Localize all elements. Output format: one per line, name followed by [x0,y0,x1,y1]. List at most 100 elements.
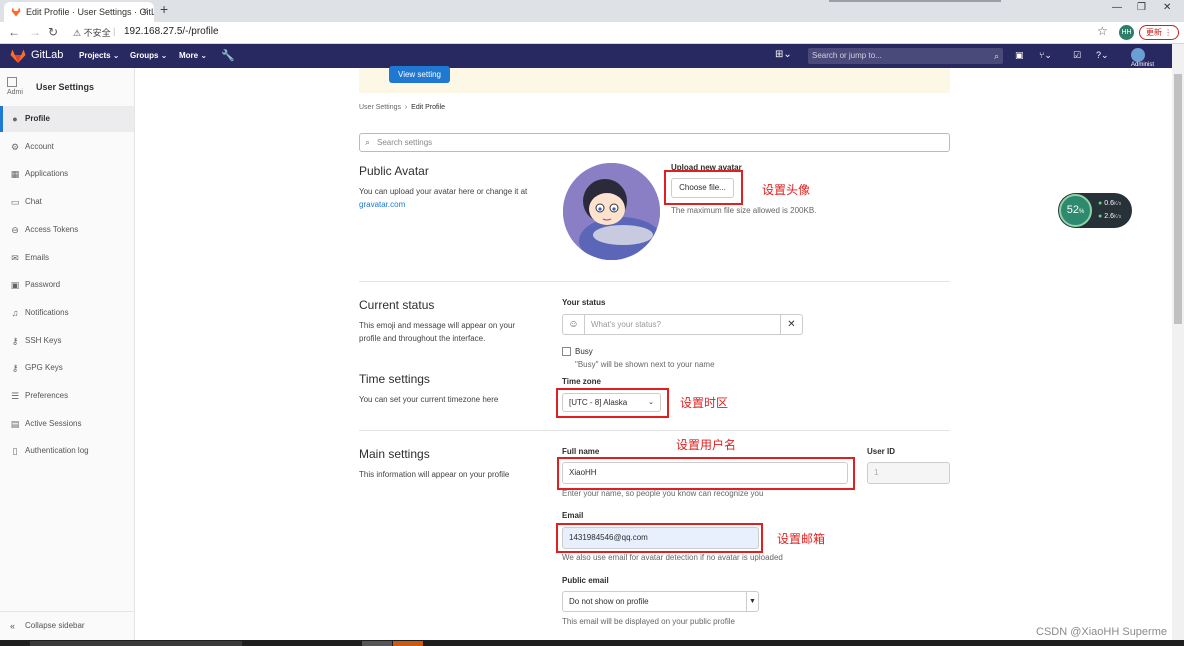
sidebar-item-active-sessions[interactable]: ▤ Active Sessions [0,411,134,437]
key-icon: ⚷ [11,335,19,346]
clear-status-icon[interactable]: ✕ [780,315,802,334]
csdn-watermark: CSDN @XiaoHH Superme [1036,626,1167,638]
tab-close-icon[interactable]: × [142,2,148,22]
admin-wrench-icon[interactable]: 🔧 [221,49,235,62]
sidebar-title[interactable]: User Settings [36,82,94,92]
new-item-icon[interactable]: ⊞⌄ [775,49,792,60]
settings-sidebar: Admi User Settings ● Profile ⚙ Account ▦ Appl… [0,68,135,640]
separator: | [113,26,116,36]
taskbar-item[interactable] [362,641,392,646]
busy-hint: "Busy" will be shown next to your name [575,360,715,369]
avatar-image [563,163,660,260]
sidebar-item-profile[interactable]: ● Profile [0,106,134,132]
emoji-picker-icon[interactable]: ☺ [563,315,585,334]
gitlab-logo-icon[interactable] [10,49,26,63]
lock-icon: ▣ [10,280,20,291]
global-search-input[interactable]: Search or jump to... ⌕ [808,48,1003,64]
sidebar-item-gpg-keys[interactable]: ⚷ GPG Keys [0,355,134,381]
sidebar-item-label: Chat [25,197,42,207]
gravatar-link[interactable]: gravatar.com [359,200,405,209]
breadcrumb-separator: › [404,104,408,111]
sessions-icon: ▤ [10,418,20,429]
user-avatar[interactable] [1131,48,1145,62]
sidebar-item-preferences[interactable]: ☰ Preferences [0,383,134,409]
browser-tab[interactable]: Edit Profile · User Settings · GitLab × [4,2,154,22]
sidebar-avatar[interactable]: Admi [7,77,29,99]
search-icon: ⌕ [993,51,999,61]
groups-menu[interactable]: Groups ⌄ [130,51,167,60]
forward-icon[interactable]: → [29,25,41,39]
maximize-icon[interactable]: ❐ [1137,2,1146,13]
timezone-value: [UTC - 8] Alaska [569,398,628,407]
breadcrumb-parent[interactable]: User Settings [359,104,401,111]
sidebar-item-access-tokens[interactable]: ⊖ Access Tokens [0,217,134,243]
profile-avatar[interactable]: HH [1119,25,1134,40]
section-divider [359,430,950,431]
sidebar-item-label: GPG Keys [25,363,63,373]
status-input[interactable]: What's your status? [591,315,661,334]
url-input[interactable]: 192.168.27.5/-/profile [124,26,219,37]
your-status-label: Your status [562,298,606,307]
usage-percent: 52% [1059,194,1092,227]
user-id-label: User ID [867,447,896,456]
choose-file-button[interactable]: Choose file... [671,178,734,198]
update-button[interactable]: 更新 ⋮ [1139,25,1179,40]
sidebar-item-ssh-keys[interactable]: ⚷ SSH Keys [0,328,134,354]
sidebar-item-label: Account [25,141,54,151]
bell-icon: ♫ [11,307,19,318]
collapse-sidebar-button[interactable]: « Collapse sidebar [0,611,134,640]
sidebar-item-account[interactable]: ⚙ Account [0,134,134,160]
sidebar-item-chat[interactable]: ▭ Chat [0,189,134,215]
help-icon[interactable]: ?⌄ [1096,50,1109,61]
broken-image-icon [7,77,17,87]
network-speed-widget[interactable]: 52% ● 0.6K/s ● 2.6K/s [1058,193,1132,228]
taskbar-item[interactable] [393,641,423,646]
new-tab-icon[interactable]: + [160,1,168,17]
sidebar-item-password[interactable]: ▣ Password [0,272,134,298]
full-name-input[interactable]: XiaoHH [562,462,848,484]
max-file-size-hint: The maximum file size allowed is 200KB. [671,206,817,215]
download-speed: ● 2.6K/s [1098,213,1122,220]
timezone-select[interactable]: [UTC - 8] Alaska ⌄ [562,393,661,412]
applications-icon: ▦ [10,169,20,180]
gitlab-favicon-icon [11,7,21,17]
busy-checkbox[interactable] [562,347,571,356]
public-email-select[interactable]: Do not show on profile ▼ [562,591,759,612]
brand-name[interactable]: GitLab [31,49,63,61]
reload-icon[interactable]: ↻ [48,25,58,39]
preferences-icon: ☰ [10,391,20,401]
browser-tab-strip: Edit Profile · User Settings · GitLab × … [0,0,1184,22]
view-setting-button[interactable]: View setting [389,66,450,83]
email-hint: We also use email for avatar detection i… [562,553,783,562]
gpg-key-icon: ⚷ [11,363,19,374]
dropdown-arrow-icon: ▼ [746,592,758,611]
back-icon[interactable]: ← [8,25,20,39]
scrollbar-thumb[interactable] [1174,74,1182,324]
user-menu-label[interactable]: Administ [1131,62,1154,68]
breadcrumb: User Settings › Edit Profile [359,104,445,111]
sidebar-item-authentication-log[interactable]: ▯ Authentication log [0,438,134,464]
sidebar-avatar-alt: Admi [7,89,23,96]
merge-request-icon[interactable]: ⑂⌄ [1039,50,1052,61]
bookmark-star-icon[interactable]: ☆ [1097,24,1108,38]
sidebar-item-emails[interactable]: ✉ Emails [0,245,134,271]
window-close-icon[interactable]: ✕ [1163,2,1171,13]
insecure-warning[interactable]: ⚠ 不安全 [73,26,111,39]
email-input[interactable]: 1431984546@qq.com [562,527,759,549]
sidebar-item-applications[interactable]: ▦ Applications [0,161,134,187]
collapse-sidebar-label: Collapse sidebar [25,621,85,630]
projects-menu[interactable]: Projects ⌄ [79,51,120,60]
minimize-icon[interactable]: — [1112,2,1122,13]
todo-icon[interactable]: ▣ [1015,50,1024,61]
main-settings-desc: This information will appear on your pro… [359,470,510,479]
public-email-hint: This email will be displayed on your pub… [562,617,735,626]
more-menu[interactable]: More ⌄ [179,51,207,60]
breadcrumb-current[interactable]: Edit Profile [411,104,445,111]
page-scrollbar[interactable] [1172,44,1184,640]
public-avatar-heading: Public Avatar [359,164,429,178]
issues-icon[interactable]: ☑ [1073,50,1081,61]
taskbar-item[interactable] [30,641,242,646]
search-settings-input[interactable]: ⌕ Search settings [359,133,950,152]
sidebar-item-notifications[interactable]: ♫ Notifications [0,300,134,326]
email-icon: ✉ [11,252,19,263]
